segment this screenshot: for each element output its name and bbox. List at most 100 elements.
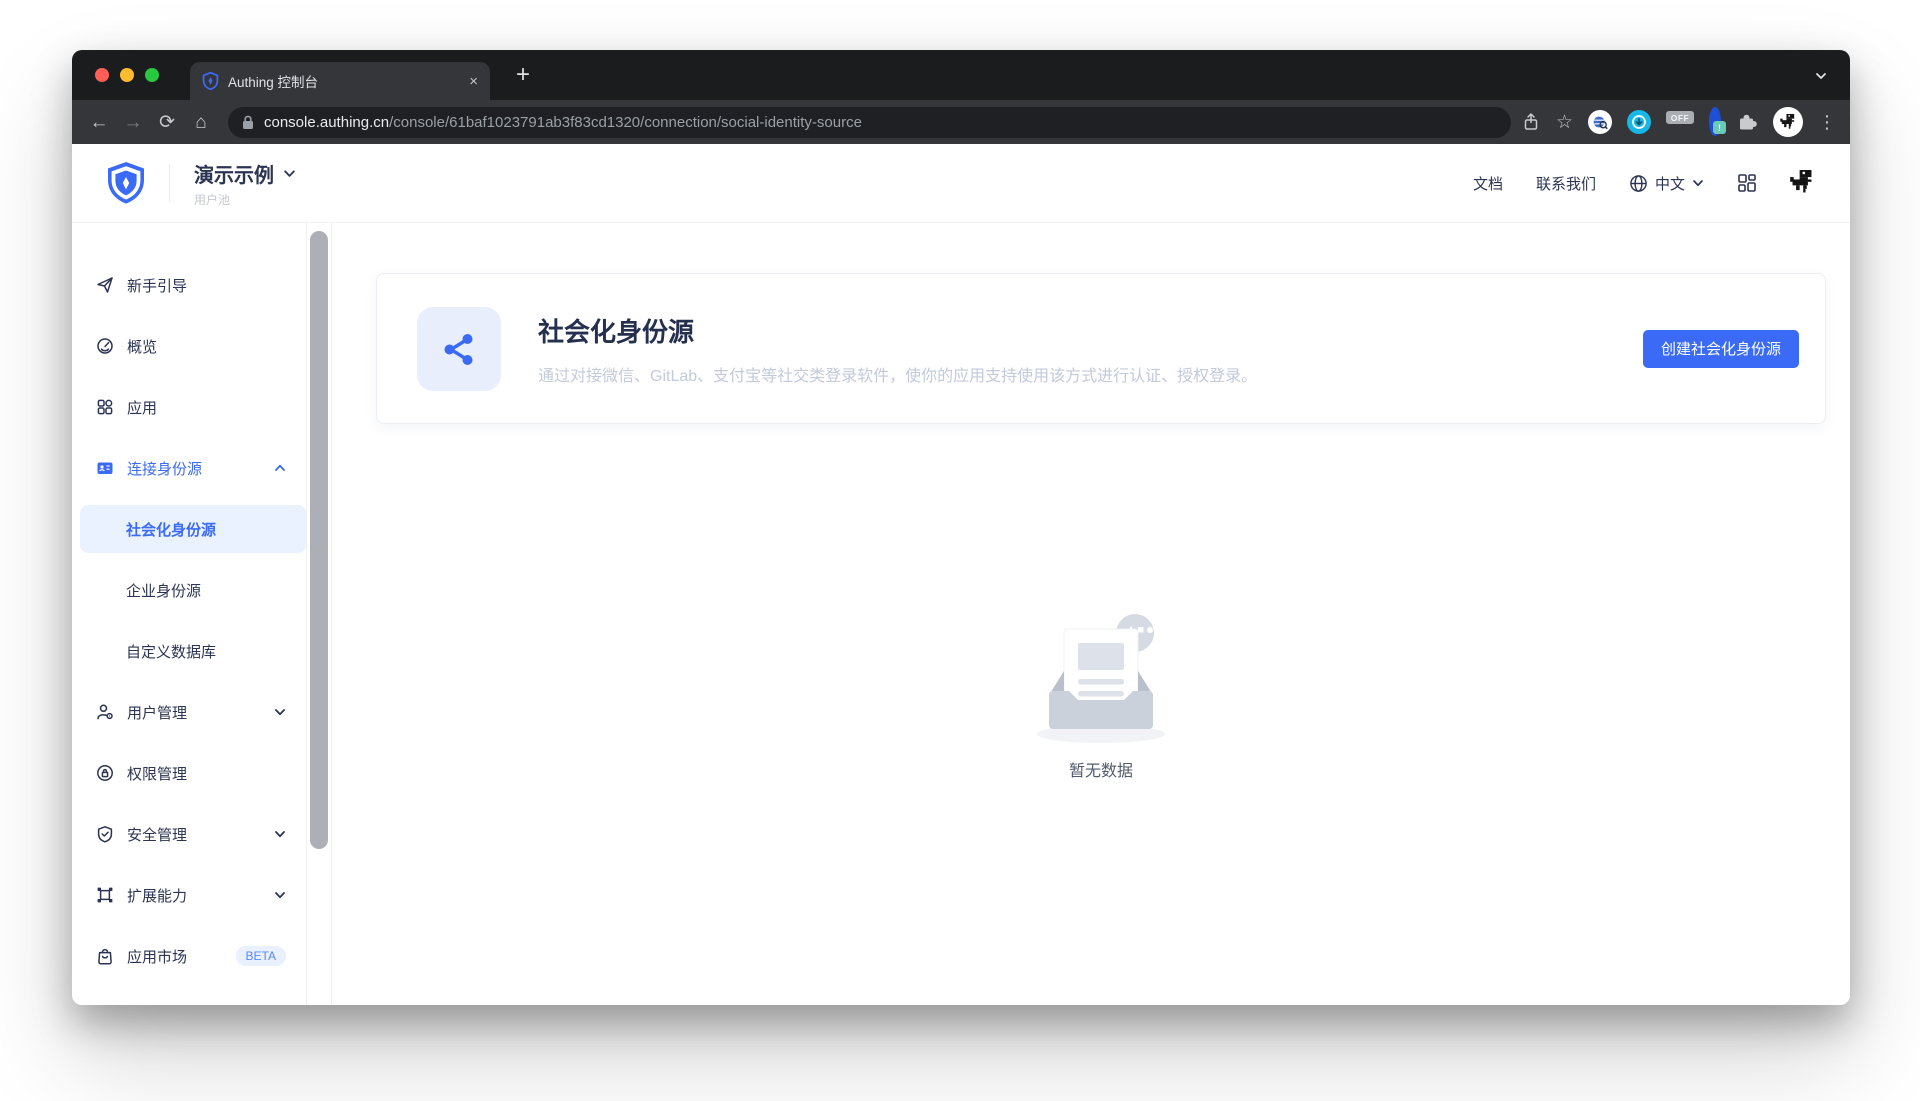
app-header: 演示示例 用户池 文档 联系我们 中文 bbox=[72, 144, 1850, 223]
empty-illustration bbox=[1031, 607, 1171, 747]
workspace-name: 演示示例 bbox=[194, 159, 274, 188]
url-text: console.authing.cn/console/61baf1023791a… bbox=[264, 114, 862, 131]
sidebar-item-label: 企业身份源 bbox=[126, 580, 201, 601]
sidebar-item[interactable]: 安全管理 bbox=[80, 810, 306, 858]
sidebar-item-label: 概览 bbox=[127, 336, 157, 357]
profile-avatar[interactable] bbox=[1773, 107, 1803, 137]
dashboard-icon bbox=[96, 337, 114, 355]
chevron-down-icon bbox=[283, 167, 296, 180]
minimize-window-button[interactable] bbox=[120, 68, 134, 82]
paper-plane-icon bbox=[96, 276, 114, 294]
user-gear-icon bbox=[96, 703, 114, 721]
sidebar-item[interactable]: 自定义数据库 bbox=[80, 627, 306, 675]
tab-search-chevron-icon[interactable] bbox=[1814, 69, 1828, 87]
extension-ring-icon[interactable]: ! bbox=[1709, 113, 1721, 131]
close-window-button[interactable] bbox=[95, 68, 109, 82]
card-text: 社会化身份源 通过对接微信、GitLab、支付宝等社交类登录软件，使你的应用支持… bbox=[538, 312, 1257, 386]
sidebar-item[interactable]: 权限管理 bbox=[80, 749, 306, 797]
sidebar-item-label: 安全管理 bbox=[127, 824, 187, 845]
extension-off-icon[interactable]: OFF bbox=[1666, 110, 1694, 134]
share-icon-tile bbox=[417, 307, 501, 391]
chevron-down-icon bbox=[274, 706, 286, 718]
tab-close-icon[interactable]: × bbox=[469, 74, 478, 89]
empty-state: 暂无数据 bbox=[376, 607, 1826, 781]
off-badge: OFF bbox=[1666, 111, 1694, 124]
lock-icon bbox=[242, 115, 254, 130]
page-description: 通过对接微信、GitLab、支付宝等社交类登录软件，使你的应用支持使用该方式进行… bbox=[538, 362, 1257, 386]
traffic-lights bbox=[95, 68, 159, 82]
sidebar-item[interactable]: 企业身份源 bbox=[80, 566, 306, 614]
tab-title: Authing 控制台 bbox=[228, 71, 460, 91]
id-card-icon bbox=[96, 459, 114, 477]
tab-favicon-shield-icon bbox=[202, 72, 219, 90]
url-host: console.authing.cn bbox=[264, 114, 389, 131]
browser-window: Authing 控制台 × + ← → ⟳ ⌂ console.authing.… bbox=[72, 50, 1850, 1005]
chevron-up-icon bbox=[274, 462, 286, 474]
header-divider bbox=[169, 164, 170, 202]
expand-icon bbox=[96, 886, 114, 904]
shield-check-icon bbox=[96, 825, 114, 843]
shop-bag-icon bbox=[96, 947, 114, 965]
beta-badge: BETA bbox=[236, 946, 286, 966]
extension-download-icon[interactable] bbox=[1627, 110, 1651, 134]
sidebar-item[interactable]: 同步中心BETA bbox=[80, 993, 306, 1005]
chevron-down-icon bbox=[274, 889, 286, 901]
sidebar-item[interactable]: 概览 bbox=[80, 322, 306, 370]
sidebar-item-label: 新手引导 bbox=[127, 275, 187, 296]
language-selector[interactable]: 中文 bbox=[1629, 173, 1704, 194]
page-intro-card: 社会化身份源 通过对接微信、GitLab、支付宝等社交类登录软件，使你的应用支持… bbox=[376, 273, 1826, 424]
sidebar-item[interactable]: 新手引导 bbox=[80, 261, 306, 309]
chevron-down-icon bbox=[274, 828, 286, 840]
extensions-puzzle-icon[interactable] bbox=[1736, 111, 1758, 133]
toolbar-right-icons: ☆ OFF ! bbox=[1521, 107, 1840, 137]
scrollbar-thumb[interactable] bbox=[310, 231, 328, 849]
share-icon bbox=[441, 331, 477, 367]
browser-tab[interactable]: Authing 控制台 × bbox=[190, 62, 490, 100]
sidebar-item[interactable]: 用户管理 bbox=[80, 688, 306, 736]
new-tab-button[interactable]: + bbox=[516, 63, 530, 87]
forward-button[interactable]: → bbox=[116, 113, 150, 132]
empty-text: 暂无数据 bbox=[1069, 757, 1133, 781]
authing-logo[interactable] bbox=[105, 160, 147, 206]
zoom-window-button[interactable] bbox=[145, 68, 159, 82]
language-label: 中文 bbox=[1655, 173, 1685, 194]
sidebar-item-label: 连接身份源 bbox=[127, 458, 202, 479]
sidebar-item-label: 用户管理 bbox=[127, 702, 187, 723]
dino-avatar-icon[interactable] bbox=[1790, 170, 1814, 196]
sidebar-item[interactable]: 社会化身份源 bbox=[80, 505, 306, 553]
sidebar-item[interactable]: 连接身份源 bbox=[80, 444, 306, 492]
apps-grid-icon[interactable] bbox=[1737, 173, 1757, 193]
sidebar-item[interactable]: 应用 bbox=[80, 383, 306, 431]
workspace-subtitle: 用户池 bbox=[194, 191, 296, 208]
page-title: 社会化身份源 bbox=[538, 312, 1257, 349]
lock-circle-icon bbox=[96, 764, 114, 782]
alert-badge: ! bbox=[1713, 121, 1726, 134]
apps-icon bbox=[96, 398, 114, 416]
sidebar-item-label: 自定义数据库 bbox=[126, 641, 216, 662]
address-bar[interactable]: console.authing.cn/console/61baf1023791a… bbox=[228, 107, 1511, 138]
sidebar: 新手引导概览应用连接身份源社会化身份源企业身份源自定义数据库用户管理权限管理安全… bbox=[72, 223, 306, 1005]
page: 演示示例 用户池 文档 联系我们 中文 bbox=[72, 144, 1850, 1005]
sidebar-item-label: 社会化身份源 bbox=[126, 519, 216, 540]
sidebar-item[interactable]: 应用市场 BETA bbox=[80, 932, 306, 980]
browser-toolbar: ← → ⟳ ⌂ console.authing.cn/console/61baf… bbox=[72, 100, 1850, 144]
sidebar-item[interactable]: 扩展能力 bbox=[80, 871, 306, 919]
extension-search-globe-icon[interactable] bbox=[1588, 110, 1612, 134]
sidebar-item-label: 应用市场 bbox=[127, 946, 187, 967]
browser-titlebar: Authing 控制台 × + bbox=[72, 50, 1850, 100]
contact-link[interactable]: 联系我们 bbox=[1536, 173, 1596, 194]
workspace-switcher[interactable]: 演示示例 用户池 bbox=[194, 159, 296, 208]
main-content: 社会化身份源 通过对接微信、GitLab、支付宝等社交类登录软件，使你的应用支持… bbox=[332, 223, 1850, 1005]
create-social-identity-button[interactable]: 创建社会化身份源 bbox=[1643, 330, 1799, 368]
sidebar-item-label: 权限管理 bbox=[127, 763, 187, 784]
home-button[interactable]: ⌂ bbox=[184, 113, 218, 132]
bookmark-star-icon[interactable]: ☆ bbox=[1556, 111, 1573, 134]
docs-link[interactable]: 文档 bbox=[1473, 173, 1503, 194]
globe-icon bbox=[1629, 174, 1648, 193]
url-path: /console/61baf1023791ab3f83cd1320/connec… bbox=[389, 114, 862, 131]
browser-menu-icon[interactable]: ⋮ bbox=[1818, 112, 1836, 133]
sidebar-scrollbar bbox=[306, 223, 332, 1005]
share-icon[interactable] bbox=[1521, 112, 1541, 132]
back-button[interactable]: ← bbox=[82, 113, 116, 132]
reload-button[interactable]: ⟳ bbox=[150, 113, 184, 132]
